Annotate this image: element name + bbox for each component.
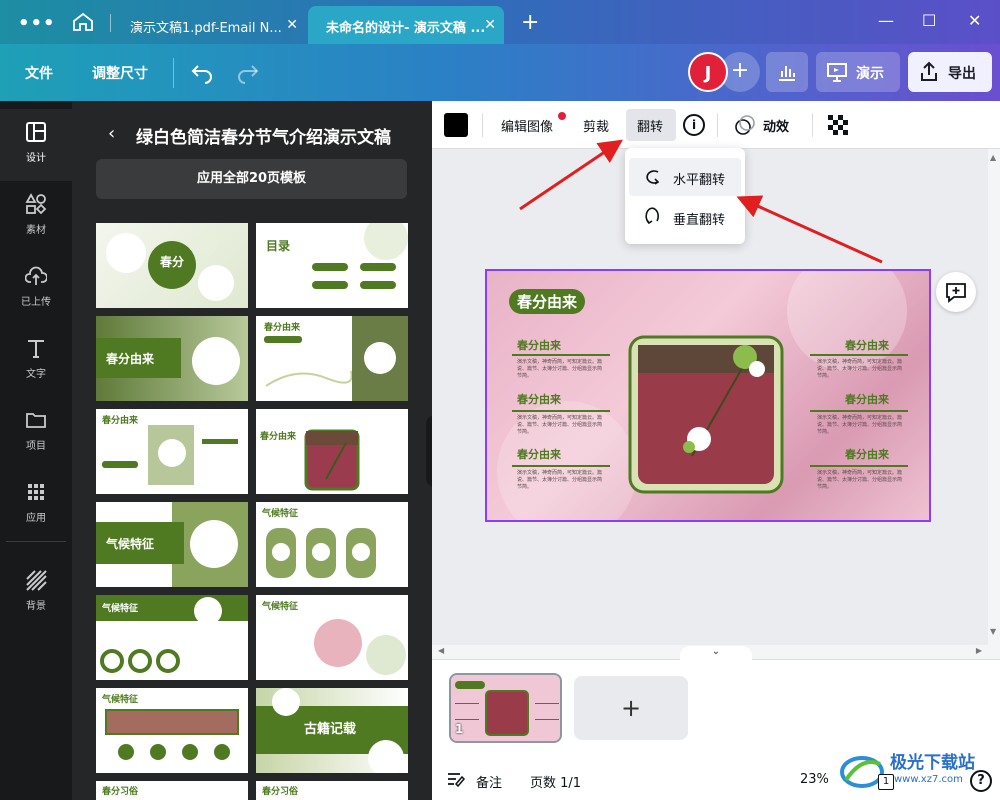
notes-button[interactable]: 备注 — [476, 772, 502, 791]
page-thumbnail-graphic — [451, 675, 560, 741]
add-page-button[interactable]: + — [574, 676, 688, 740]
arrow-to-flip-button — [519, 139, 623, 211]
watermark-brand: 极光下载站 — [890, 753, 975, 773]
collapse-pages-chevron-icon[interactable]: ⌄ — [680, 646, 752, 660]
help-button[interactable]: ? — [970, 770, 992, 792]
zoom-level[interactable]: 23% — [800, 772, 829, 787]
notes-icon[interactable] — [446, 771, 466, 789]
site-watermark: 极光下载站 www.xz7.com 1 ? — [838, 746, 998, 798]
page-count[interactable]: 页数 1/1 — [530, 772, 581, 791]
page-number: 1 — [455, 722, 464, 736]
arrow-to-flip-option — [736, 195, 883, 264]
watermark-url: www.xz7.com — [894, 774, 963, 785]
page-thumbnail[interactable] — [449, 673, 562, 743]
page-badge[interactable]: 1 — [878, 774, 894, 790]
